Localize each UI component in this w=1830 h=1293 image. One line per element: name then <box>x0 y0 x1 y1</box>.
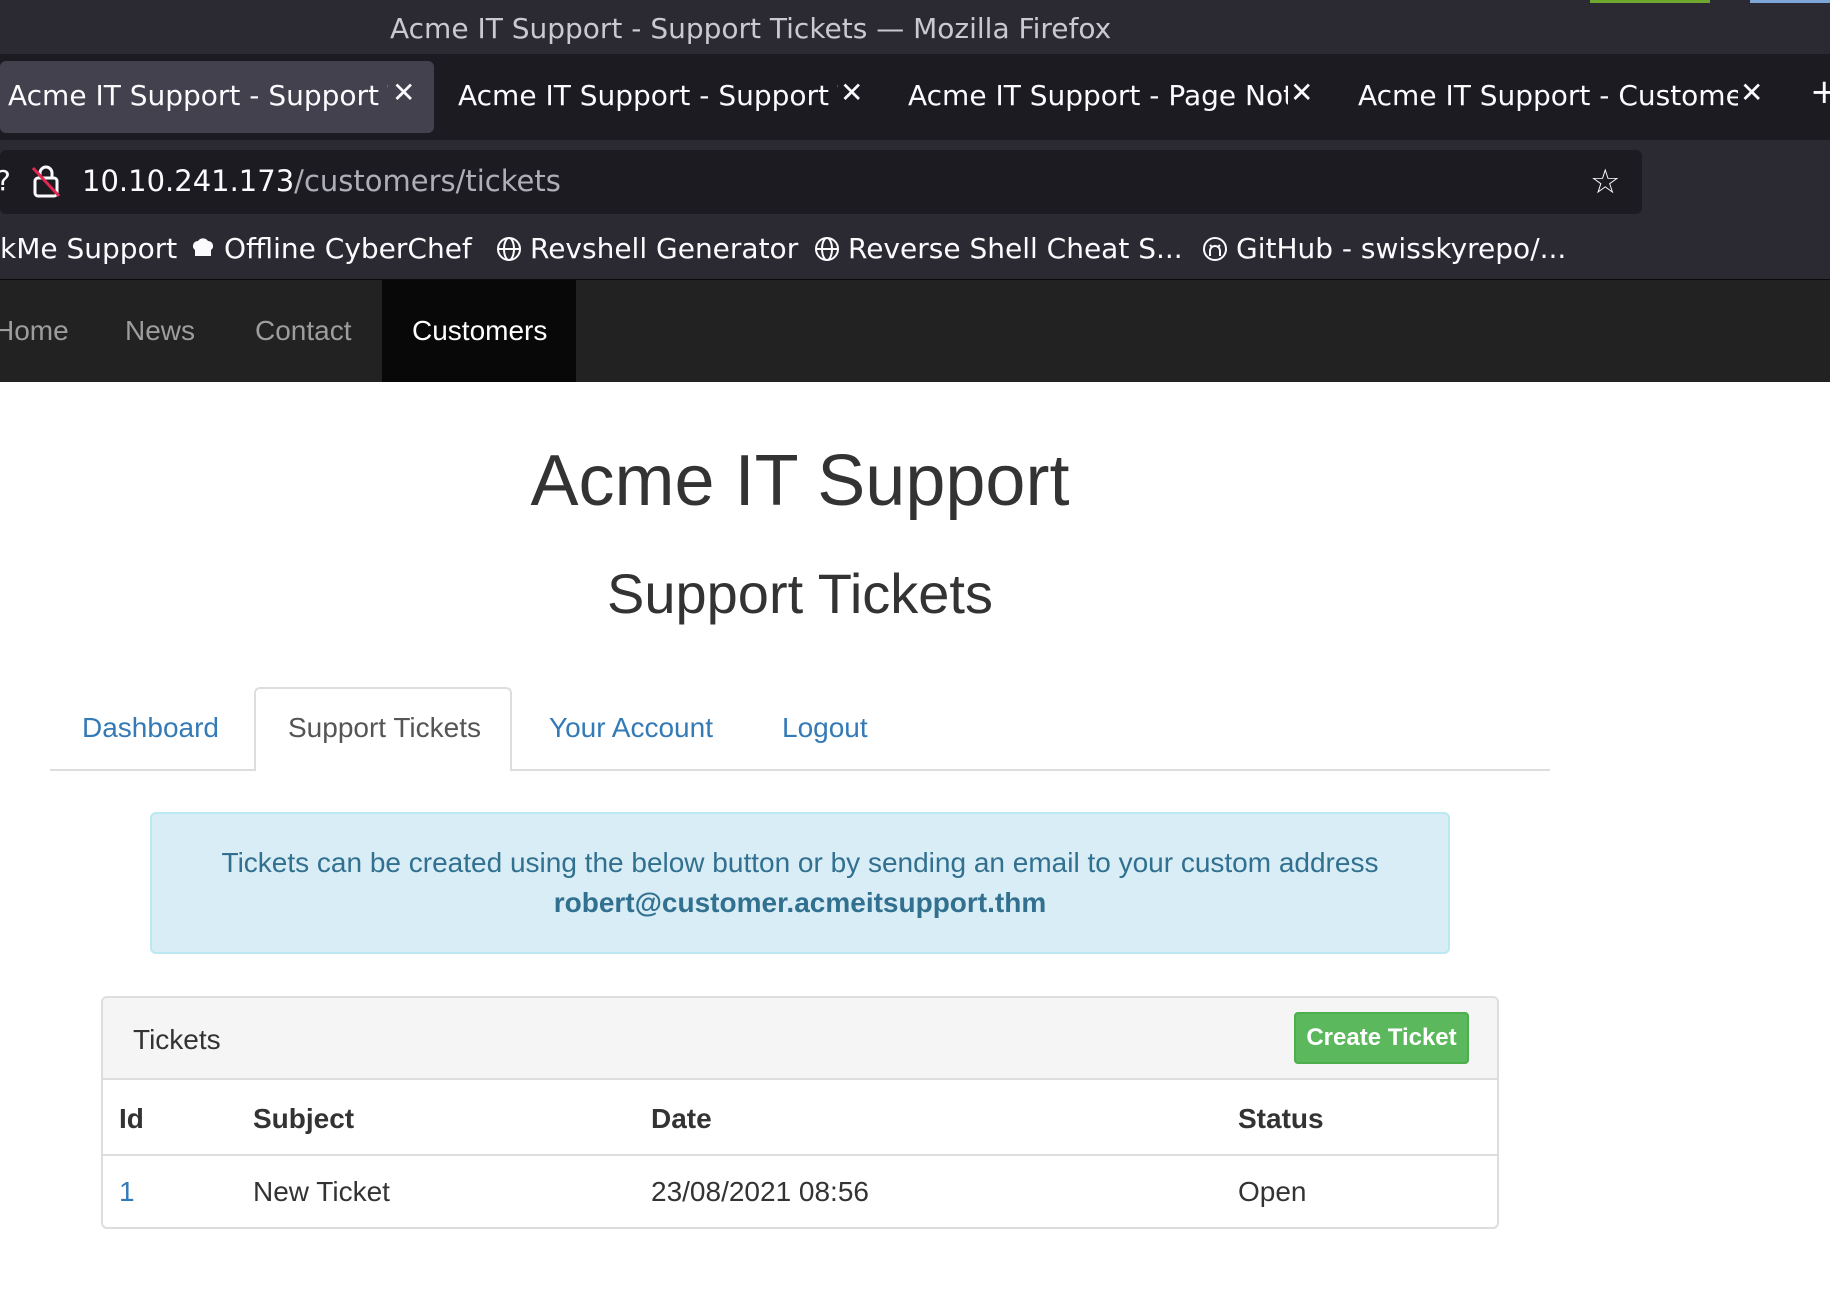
browser-tab-4[interactable]: Acme IT Support - Customer ✕ <box>1350 61 1770 133</box>
insecure-lock-icon[interactable] <box>32 164 60 198</box>
browser-tab-3[interactable]: Acme IT Support - Page Not F ✕ <box>900 61 1320 133</box>
url-bar[interactable]: ? 10.10.241.173/customers/tickets ☆ <box>0 150 1642 214</box>
tracking-shield-icon[interactable]: ? <box>0 164 11 197</box>
new-tab-plus-icon[interactable]: + <box>1810 72 1830 112</box>
close-tab-icon[interactable]: ✕ <box>1740 76 1763 109</box>
browser-tab-strip: Acme IT Support - Support Ti ✕ Acme IT S… <box>0 54 1830 140</box>
page-title: Acme IT Support <box>530 441 1070 521</box>
ticket-id-link[interactable]: 1 <box>119 1176 135 1208</box>
url-path: /customers/tickets <box>294 164 561 198</box>
browser-tab-title: Acme IT Support - Customer <box>1358 79 1738 112</box>
browser-tab-2[interactable]: Acme IT Support - Support Ti ✕ <box>450 61 870 133</box>
table-row-divider <box>103 1154 1497 1156</box>
tab-support-tickets[interactable]: Support Tickets <box>254 687 512 771</box>
panel-title: Tickets <box>133 1024 221 1055</box>
titlebar-indicator <box>1590 0 1710 3</box>
close-tab-icon[interactable]: ✕ <box>392 76 415 109</box>
ticket-subject: New Ticket <box>253 1176 390 1207</box>
nav-contact[interactable]: Contact <box>255 315 352 347</box>
bookmark-item[interactable]: kMe Support <box>0 232 177 265</box>
github-icon <box>1203 237 1227 261</box>
info-alert: Tickets can be created using the below b… <box>150 812 1450 954</box>
nav-customers[interactable]: Customers <box>382 280 576 382</box>
page-subtitle: Support Tickets <box>607 562 993 625</box>
ticket-date: 23/08/2021 08:56 <box>651 1176 869 1207</box>
close-tab-icon[interactable]: ✕ <box>840 76 863 109</box>
globe-icon <box>497 237 521 261</box>
tickets-panel: Tickets Create Ticket Id Subject Date St… <box>101 996 1499 1229</box>
close-tab-icon[interactable]: ✕ <box>1290 76 1313 109</box>
bookmark-item[interactable]: Revshell Generator <box>496 232 798 265</box>
panel-heading: Tickets Create Ticket <box>103 998 1497 1080</box>
browser-tab-title: Acme IT Support - Support Ti <box>458 79 838 112</box>
column-header-id: Id <box>119 1103 144 1134</box>
url-text[interactable]: 10.10.241.173/customers/tickets <box>82 164 561 198</box>
browser-toolbar: ? 10.10.241.173/customers/tickets ☆ <box>0 140 1830 222</box>
column-header-date: Date <box>651 1103 712 1134</box>
nav-customers-label: Customers <box>412 315 548 346</box>
column-header-status: Status <box>1238 1103 1324 1134</box>
ticket-status: Open <box>1238 1176 1307 1207</box>
browser-tab-title: Acme IT Support - Page Not F <box>908 79 1288 112</box>
window-title: Acme IT Support - Support Tickets — Mozi… <box>390 12 1112 45</box>
tab-dashboard[interactable]: Dashboard <box>82 712 219 744</box>
url-host: 10.10.241.173 <box>82 164 295 198</box>
alert-email: robert@customer.acmeitsupport.thm <box>553 887 1047 918</box>
titlebar-indicator-2 <box>1750 0 1830 3</box>
nav-news[interactable]: News <box>125 315 195 347</box>
bookmark-item[interactable]: Reverse Shell Cheat S... <box>814 232 1183 265</box>
site-navbar: Home News Contact Customers <box>0 280 1830 382</box>
tab-logout[interactable]: Logout <box>782 712 868 744</box>
bookmarks-toolbar: kMe Support Offline CyberChef Revshell G… <box>0 222 1830 280</box>
bookmark-item[interactable]: GitHub - swisskyrepo/... <box>1202 232 1566 265</box>
bookmark-star-icon[interactable]: ☆ <box>1590 162 1620 202</box>
chef-hat-icon <box>193 238 213 256</box>
globe-icon <box>815 237 839 261</box>
window-titlebar: Acme IT Support - Support Tickets — Mozi… <box>0 0 1830 54</box>
browser-tab-title: Acme IT Support - Support Ti <box>8 79 388 112</box>
browser-tab-1[interactable]: Acme IT Support - Support Ti ✕ <box>0 61 434 133</box>
create-ticket-button[interactable]: Create Ticket <box>1294 1012 1469 1064</box>
tab-support-tickets-label: Support Tickets <box>288 712 481 743</box>
alert-text: Tickets can be created using the below b… <box>221 847 1379 878</box>
tab-your-account[interactable]: Your Account <box>549 712 713 744</box>
bookmark-item[interactable]: Offline CyberChef <box>190 232 472 265</box>
nav-home[interactable]: Home <box>0 315 69 347</box>
column-header-subject: Subject <box>253 1103 355 1134</box>
